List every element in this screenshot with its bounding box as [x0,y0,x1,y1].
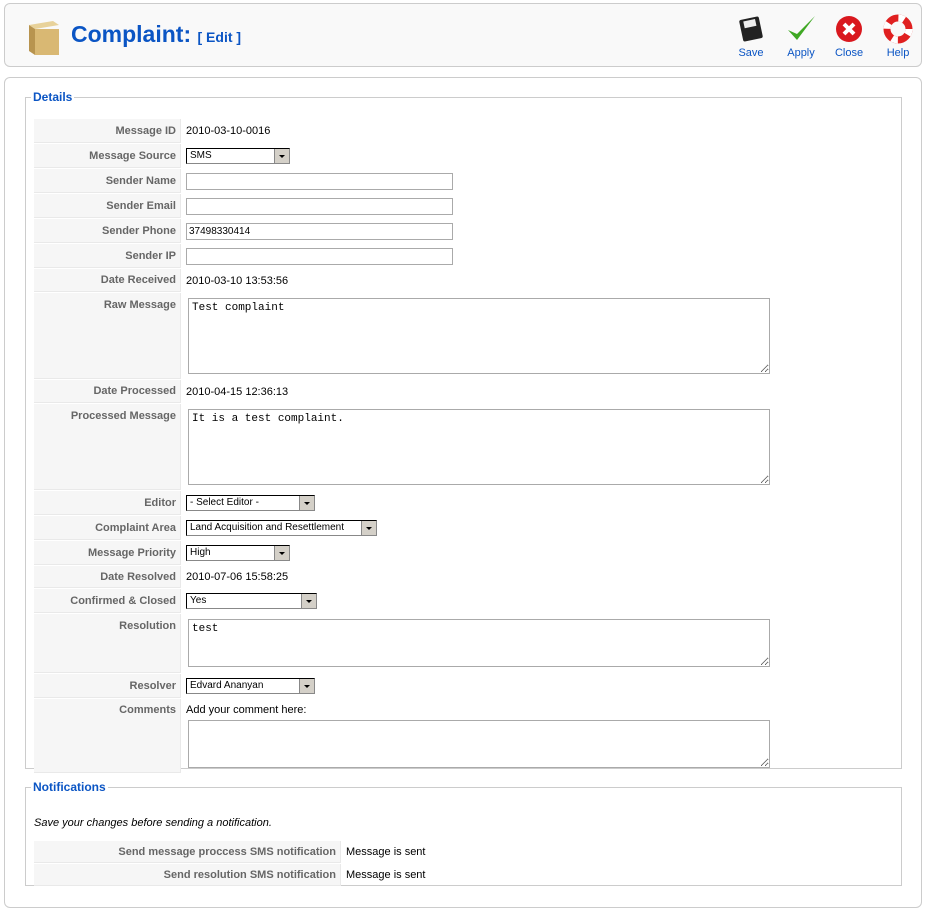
sender-ip-input[interactable] [186,247,453,265]
label-send-resolution-sms: Send resolution SMS notification [34,864,341,886]
chevron-down-icon [274,149,289,163]
editor-value: - Select Editor - [190,497,259,508]
sender-name-input[interactable] [186,172,453,190]
label-sender-name: Sender Name [34,169,181,193]
resolver-value: Edvard Ananyan [190,680,264,691]
checkmark-icon [788,16,815,40]
comments-hint: Add your comment here: [186,704,307,716]
label-sender-email: Sender Email [34,194,181,218]
label-date-received: Date Received [34,269,181,292]
label-resolver: Resolver [34,674,181,698]
notifications-fieldset: Notifications Save your changes before s… [25,780,902,886]
notifications-legend: Notifications [33,780,106,794]
complaint-area-select[interactable]: Land Acquisition and Resettlement [186,520,377,536]
editor-select[interactable]: - Select Editor - [186,495,315,511]
content-panel: Details Message ID 2010-03-10-0016 Messag… [4,77,922,908]
title-text: Complaint: [71,21,192,47]
notifications-table: Send message proccess SMS notification Me… [34,840,426,887]
label-raw-message: Raw Message [34,293,181,379]
label-processed-message: Processed Message [34,404,181,490]
label-sender-phone: Sender Phone [34,219,181,243]
label-resolution: Resolution [34,614,181,673]
chevron-down-icon [299,679,314,693]
label-date-processed: Date Processed [34,380,181,403]
sender-phone-input[interactable] [186,222,453,240]
label-complaint-area: Complaint Area [34,516,181,540]
save-button[interactable]: Save [728,14,774,59]
package-box-icon [29,21,59,55]
notifications-note: Save your changes before sending a notif… [34,817,272,829]
apply-label: Apply [787,47,815,59]
date-resolved-value: 2010-07-06 15:58:25 [186,571,289,583]
title-edit: [ Edit ] [197,29,242,45]
save-label: Save [738,47,764,59]
message-source-value: SMS [190,150,212,161]
toolbar-header: Complaint: [ Edit ] Save Apply Close Hel… [4,3,922,67]
chevron-down-icon [274,546,289,560]
details-form: Message ID 2010-03-10-0016 Message Source… [34,118,771,774]
close-button[interactable]: Close [826,14,872,59]
label-message-priority: Message Priority [34,541,181,565]
floppy-disk-icon [739,16,763,42]
process-sms-status: Message is sent [346,846,426,858]
sender-email-input[interactable] [186,197,453,215]
label-editor: Editor [34,491,181,515]
message-priority-value: High [190,547,211,558]
complaint-area-value: Land Acquisition and Resettlement [190,522,344,533]
confirmed-closed-select[interactable]: Yes [186,593,317,609]
page-title: Complaint: [ Edit ] [71,21,241,48]
comments-textarea[interactable] [188,720,770,768]
message-source-select[interactable]: SMS [186,148,290,164]
chevron-down-icon [299,496,314,510]
label-send-process-sms: Send message proccess SMS notification [34,841,341,863]
details-legend: Details [33,90,73,104]
message-priority-select[interactable]: High [186,545,290,561]
resolution-textarea[interactable]: test [188,619,770,667]
chevron-down-icon [301,594,316,608]
label-message-id: Message ID [34,119,181,143]
label-message-source: Message Source [34,144,181,168]
date-processed-value: 2010-04-15 12:36:13 [186,385,289,398]
details-fieldset: Details Message ID 2010-03-10-0016 Messag… [25,90,902,773]
label-confirmed-closed: Confirmed & Closed [34,589,181,613]
help-label: Help [886,47,910,59]
message-id-value: 2010-03-10-0016 [186,125,271,137]
label-date-resolved: Date Resolved [34,566,181,588]
resolution-sms-status: Message is sent [346,869,426,881]
apply-button[interactable]: Apply [778,14,824,59]
raw-message-textarea[interactable]: Test complaint [188,298,770,374]
close-circle-icon [836,16,862,42]
close-label: Close [834,47,864,59]
confirmed-closed-value: Yes [190,595,207,606]
help-button[interactable]: Help [875,14,921,59]
label-sender-ip: Sender IP [34,244,181,268]
chevron-down-icon [361,521,376,535]
label-comments: Comments [34,699,181,773]
resolver-select[interactable]: Edvard Ananyan [186,678,315,694]
date-received-value: 2010-03-10 13:53:56 [186,274,289,287]
lifebuoy-icon [883,14,913,44]
processed-message-textarea[interactable]: It is a test complaint. [188,409,770,485]
